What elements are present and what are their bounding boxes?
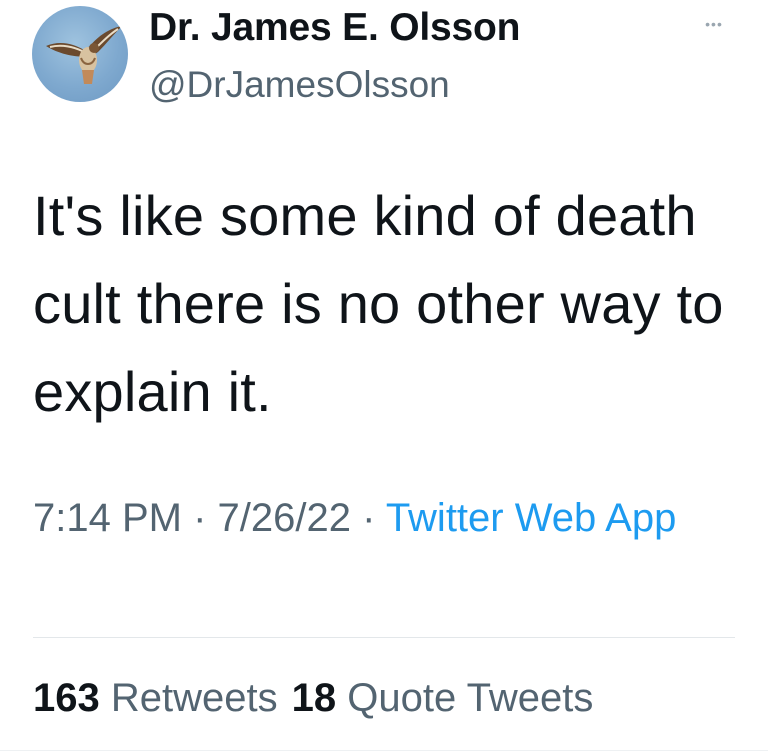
retweets-stat[interactable]: 163 Retweets — [33, 676, 278, 720]
meta-separator: · — [350, 496, 386, 540]
tweet-source-link[interactable]: Twitter Web App — [386, 496, 677, 540]
display-name[interactable]: Dr. James E. Olsson — [149, 4, 520, 52]
tweet-stats: 163 Retweets 18 Quote Tweets — [33, 672, 593, 724]
avatar[interactable] — [32, 6, 128, 102]
more-options-icon[interactable]: ••• — [694, 14, 734, 34]
retweets-label: Retweets — [110, 676, 278, 720]
tweet-time[interactable]: 7:14 PM — [33, 496, 182, 540]
meta-separator: · — [181, 496, 218, 540]
tweet-date[interactable]: 7/26/22 — [218, 496, 351, 540]
tweet-text: It's like some kind of death cult there … — [33, 184, 724, 423]
bottom-divider — [0, 750, 768, 751]
tweet-meta: 7:14 PM · 7/26/22 · Twitter Web App — [33, 488, 733, 548]
tweet-card: Dr. James E. Olsson @DrJamesOlsson ••• I… — [0, 0, 768, 753]
user-handle[interactable]: @DrJamesOlsson — [149, 62, 450, 108]
divider — [33, 637, 735, 638]
quote-tweets-label: Quote Tweets — [347, 676, 594, 720]
retweets-count: 163 — [33, 676, 100, 720]
hawk-icon — [46, 26, 122, 84]
quote-tweets-count: 18 — [291, 676, 337, 720]
quote-tweets-stat[interactable]: 18 Quote Tweets — [292, 676, 594, 720]
